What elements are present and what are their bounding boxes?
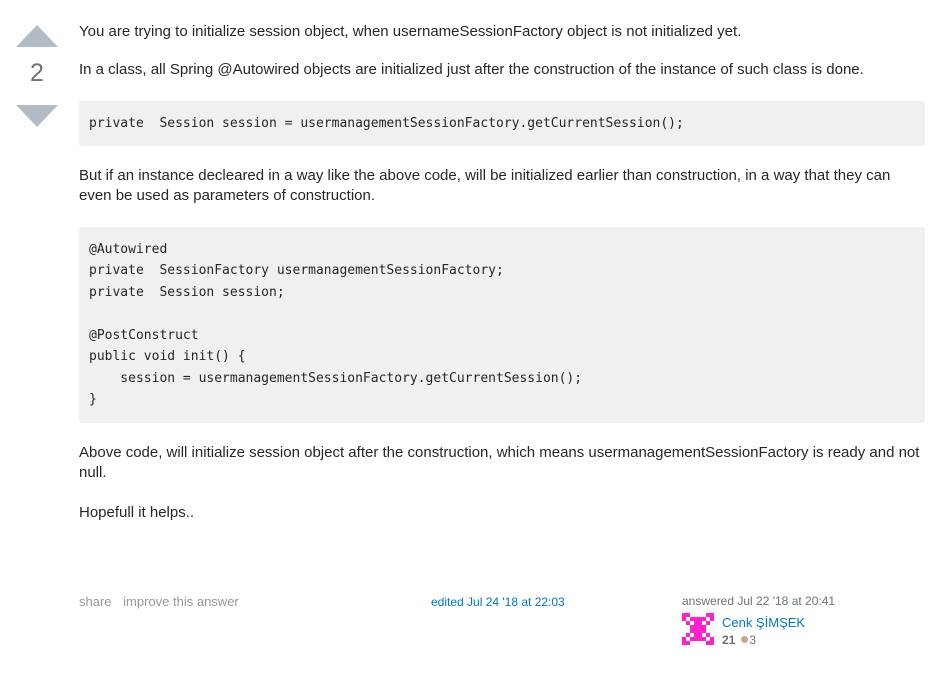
vote-up-triangle-icon[interactable] <box>16 25 58 47</box>
post-footer: share improve this answer edited Jul 24 … <box>79 594 925 691</box>
answer-paragraph-3: But if an instance decleared in a way li… <box>79 167 891 205</box>
identicon-avatar[interactable] <box>682 613 714 645</box>
username-link[interactable]: Cenk ŞİMŞEK <box>722 614 925 631</box>
code-block-2: @Autowired private SessionFactory userma… <box>79 226 925 423</box>
answer-paragraph-2: In a class, all Spring @Autowired object… <box>79 61 864 79</box>
bronze-badge-count: 3 <box>749 633 757 647</box>
user-reputation-row: 21 3 <box>722 633 925 648</box>
identicon-avatar-image <box>682 613 714 645</box>
post-cell: You are trying to initialize session obj… <box>79 0 925 523</box>
share-link[interactable]: share <box>79 594 112 609</box>
vote-score: 2 <box>30 59 44 87</box>
answer-post: 2 You are trying to initialize session o… <box>0 0 944 691</box>
user-card: answered Jul 22 '18 at 20:41 Cenk ŞİMŞEK… <box>682 594 925 648</box>
answer-paragraph-4: Above code, will initialize session obje… <box>79 443 920 481</box>
answered-timestamp: answered Jul 22 '18 at 20:41 <box>682 594 836 608</box>
improve-this-answer-link[interactable]: improve this answer <box>123 594 239 609</box>
reputation-score: 21 <box>722 633 736 647</box>
post-menu: share improve this answer <box>79 594 247 609</box>
user-details: Cenk ŞİMŞEK 21 3 <box>722 613 925 648</box>
post-body: You are trying to initialize session obj… <box>79 0 925 523</box>
code-block-1: private Session session = usermanagement… <box>79 100 925 146</box>
vote-down-triangle-icon[interactable] <box>16 105 58 127</box>
vote-cell: 2 <box>0 0 74 127</box>
edited-timestamp-link[interactable]: edited Jul 24 '18 at 22:03 <box>431 595 565 609</box>
answer-paragraph-5: Hopefull it helps.. <box>79 504 195 521</box>
answer-paragraph-1: You are trying to initialize session obj… <box>79 23 742 40</box>
bronze-badge-dot-icon <box>741 636 749 643</box>
